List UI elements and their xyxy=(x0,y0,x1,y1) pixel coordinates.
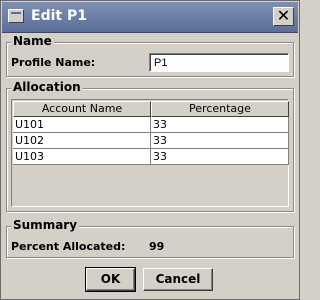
close-button[interactable]: ✕ xyxy=(273,7,294,26)
table-row[interactable]: U103 33 xyxy=(13,149,289,165)
account-cell[interactable]: U103 xyxy=(13,149,151,165)
table-row[interactable]: U101 33 xyxy=(13,117,289,133)
window-title: Edit P1 xyxy=(31,8,87,24)
cancel-button[interactable]: Cancel xyxy=(143,268,213,291)
percentage-cell[interactable]: 33 xyxy=(151,133,289,149)
account-cell[interactable]: U101 xyxy=(13,117,151,133)
column-header-percentage[interactable]: Percentage xyxy=(151,101,289,117)
percent-allocated-value: 99 xyxy=(149,240,165,253)
account-cell[interactable]: U102 xyxy=(13,133,151,149)
summary-group-title: Summary xyxy=(11,218,80,232)
percentage-cell[interactable]: 33 xyxy=(151,117,289,133)
table-header: Account Name Percentage xyxy=(13,101,289,117)
ok-button[interactable]: OK xyxy=(85,267,136,292)
dialog-window: Edit P1 ✕ Name Profile Name: Allocation … xyxy=(0,0,300,300)
percent-allocated-label: Percent Allocated: xyxy=(11,240,126,253)
table-row[interactable]: U102 33 xyxy=(13,133,289,149)
column-header-account-name[interactable]: Account Name xyxy=(13,101,151,117)
percentage-cell[interactable]: 33 xyxy=(151,149,289,165)
name-group-title: Name xyxy=(11,34,54,48)
title-bar[interactable]: Edit P1 ✕ xyxy=(2,2,298,33)
allocation-group-title: Allocation xyxy=(11,80,83,94)
window-icon xyxy=(8,9,24,23)
profile-name-label: Profile Name: xyxy=(11,56,96,69)
allocation-table[interactable]: Account Name Percentage U101 33 U102 33 … xyxy=(11,99,289,207)
profile-name-input[interactable] xyxy=(149,53,289,72)
